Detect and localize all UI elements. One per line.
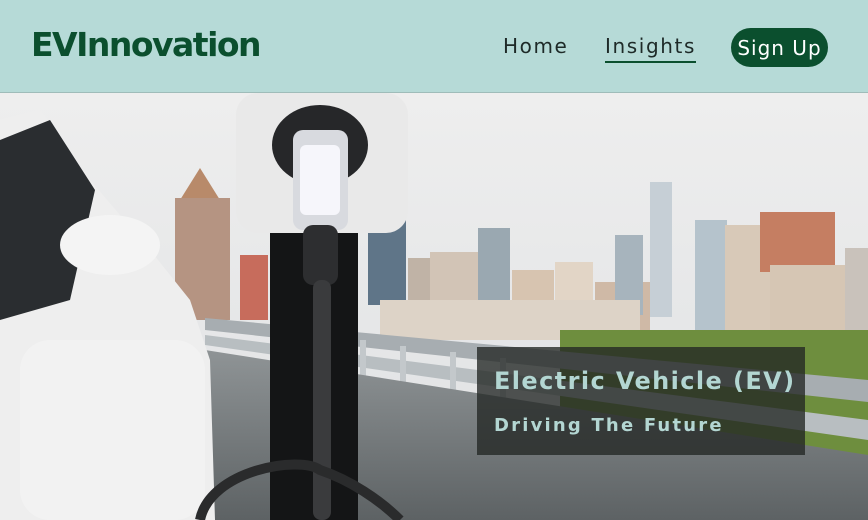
sign-up-button[interactable]: Sign Up <box>731 28 828 67</box>
logo[interactable]: EVInnovation <box>31 25 262 64</box>
nav-link-insights[interactable]: Insights <box>605 34 696 63</box>
hero-image <box>0 93 868 520</box>
nav-link-home[interactable]: Home <box>503 34 568 58</box>
hero-subtitle: Driving The Future <box>494 415 724 436</box>
navbar: EVInnovation Home Insights Sign Up <box>0 0 868 93</box>
hero-title: Electric Vehicle (EV) <box>494 367 796 395</box>
hero-banner: Electric Vehicle (EV) Driving The Future <box>0 93 868 520</box>
hero-caption: Electric Vehicle (EV) Driving The Future <box>477 347 805 455</box>
